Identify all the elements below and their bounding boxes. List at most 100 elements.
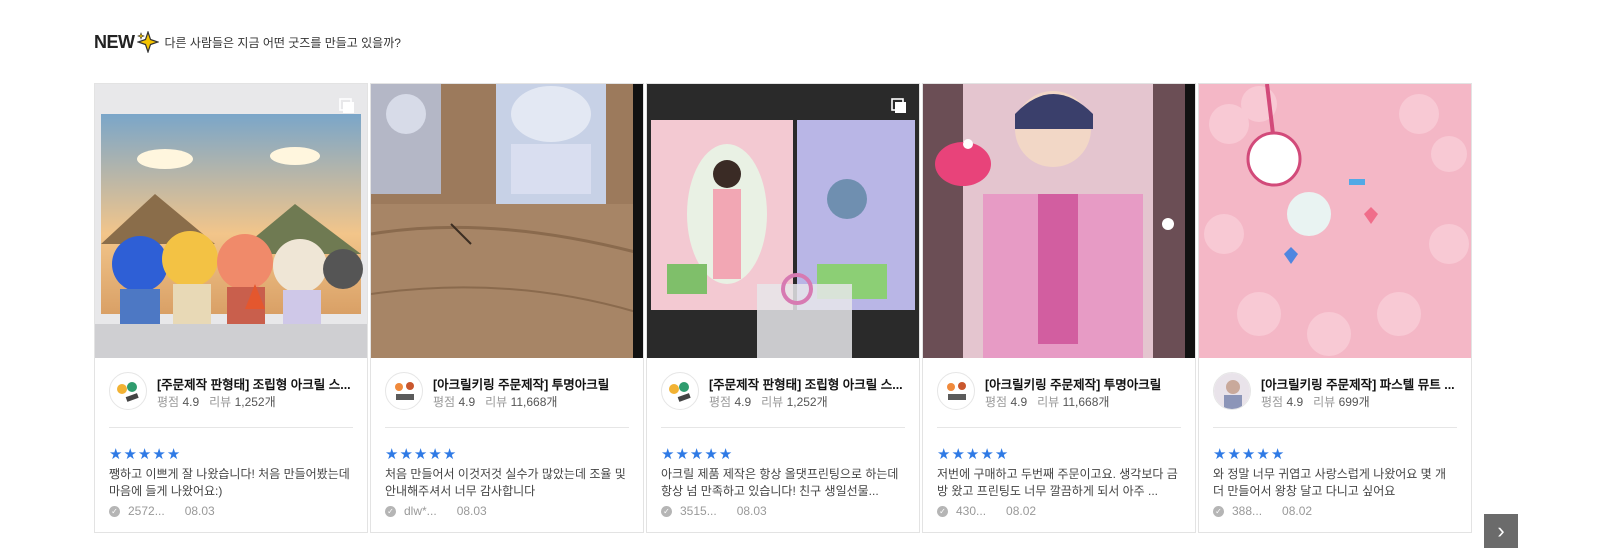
star-icon: ★ xyxy=(1227,446,1241,463)
product-photo[interactable] xyxy=(647,84,919,358)
review-count: 1,252개 xyxy=(234,395,276,409)
review-count: 11,668개 xyxy=(1062,395,1110,409)
rating-label: 평점 xyxy=(709,395,732,409)
review-author: 3515... xyxy=(680,504,717,518)
review-count: 1,252개 xyxy=(786,395,828,409)
star-icon: ★ xyxy=(951,446,965,463)
product-info: [아크릴키링 주문제작] 파스텔 뮤트 ... 평점 4.9 리뷰 699개 xyxy=(1213,372,1457,412)
section-header: NEW 다른 사람들은 지금 어떤 굿즈를 만들고 있을까? xyxy=(94,30,401,54)
rating-label: 평점 xyxy=(433,395,456,409)
product-title[interactable]: [주문제작 판형태] 조립형 아크릴 스... xyxy=(157,374,353,393)
check-icon: ✓ xyxy=(109,505,120,517)
review-text: 쨍하고 이쁘게 잘 나왔습니다! 처음 만들어봤는데 마음에 들게 나왔어요:) xyxy=(109,467,350,498)
review-footer: ✓ 3515... 08.03 xyxy=(661,504,767,518)
star-icon: ★ xyxy=(413,446,428,463)
rating-value: 4.9 xyxy=(458,395,476,409)
product-info: [아크릴키링 주문제작] 투명아크릴 평점 4.9 리뷰 11,668개 xyxy=(385,372,629,412)
star-icon: ★ xyxy=(718,446,733,463)
review-count: 11,668개 xyxy=(510,395,558,409)
review-count-label: 리뷰 xyxy=(209,395,232,409)
review-count-label: 리뷰 xyxy=(485,395,508,409)
section-subtitle: 다른 사람들은 지금 어떤 굿즈를 만들고 있을까? xyxy=(164,35,401,50)
star-icon: ★ xyxy=(399,446,413,463)
product-title[interactable]: [아크릴키링 주문제작] 투명아크릴 xyxy=(985,374,1181,393)
seller-avatar xyxy=(385,372,423,410)
product-photo[interactable] xyxy=(923,84,1195,358)
product-info: [주문제작 판형태] 조립형 아크릴 스... 평점 4.9 리뷰 1,252개 xyxy=(661,372,905,412)
divider xyxy=(1213,427,1457,428)
review-date: 08.03 xyxy=(736,504,767,518)
rating-label: 평점 xyxy=(985,395,1008,409)
product-photo[interactable] xyxy=(371,84,643,358)
review-date: 08.03 xyxy=(184,504,215,518)
divider xyxy=(661,427,905,428)
product-title[interactable]: [아크릴키링 주문제작] 투명아크릴 xyxy=(433,374,629,393)
star-rating: ★ ★ ★ ★ ★ xyxy=(937,446,1009,463)
product-photo[interactable] xyxy=(95,84,367,358)
check-icon: ✓ xyxy=(661,505,672,517)
review-card[interactable]: [아크릴키링 주문제작] 투명아크릴 평점 4.9 리뷰 11,668개 ★ ★ ★… xyxy=(922,83,1196,533)
product-info: [주문제작 판형태] 조립형 아크릴 스... 평점 4.9 리뷰 1,252개 xyxy=(109,372,353,412)
review-count: 699개 xyxy=(1338,395,1370,409)
review-count-label: 리뷰 xyxy=(1037,395,1060,409)
star-rating: ★ ★ ★ ★ ★ xyxy=(385,446,456,463)
review-card[interactable]: [주문제작 판형태] 조립형 아크릴 스... 평점 4.9 리뷰 1,252개… xyxy=(646,83,920,533)
multiple-images-icon xyxy=(891,98,907,114)
product-stats: 평점 4.9 리뷰 1,252개 xyxy=(157,393,276,410)
rating-value: 4.9 xyxy=(734,395,752,409)
carousel-next-button[interactable]: › xyxy=(1484,514,1518,548)
rating-label: 평점 xyxy=(157,395,180,409)
seller-avatar xyxy=(109,372,147,410)
star-icon: ★ xyxy=(166,446,181,463)
review-count-label: 리뷰 xyxy=(1313,395,1336,409)
rating-label: 평점 xyxy=(1261,395,1284,409)
star-icon: ★ xyxy=(1256,446,1270,463)
product-photo[interactable] xyxy=(1199,84,1471,358)
rating-value: 4.9 xyxy=(1010,395,1028,409)
star-icon: ★ xyxy=(385,446,399,463)
star-icon: ★ xyxy=(661,446,675,463)
review-card[interactable]: [아크릴키링 주문제작] 파스텔 뮤트 ... 평점 4.9 리뷰 699개 ★… xyxy=(1198,83,1472,533)
star-icon: ★ xyxy=(109,446,123,463)
seller-avatar xyxy=(661,372,699,410)
product-stats: 평점 4.9 리뷰 11,668개 xyxy=(433,393,557,410)
divider xyxy=(109,427,353,428)
star-icon: ★ xyxy=(1241,446,1256,463)
review-footer: ✓ 430... 08.02 xyxy=(937,504,1036,518)
divider xyxy=(385,427,629,428)
star-icon: ★ xyxy=(937,446,951,463)
product-title[interactable]: [주문제작 판형태] 조립형 아크릴 스... xyxy=(709,374,905,393)
star-icon: ★ xyxy=(980,446,994,463)
review-text: 와 정말 너무 귀엽고 사랑스럽게 나왔어요 몇 개 더 만들어서 왕창 달고 … xyxy=(1213,467,1447,498)
star-icon: ★ xyxy=(152,446,166,463)
star-icon: ★ xyxy=(1213,446,1227,463)
check-icon: ✓ xyxy=(385,505,396,517)
product-stats: 평점 4.9 리뷰 1,252개 xyxy=(709,393,828,410)
review-text: 처음 만들어서 이것저것 실수가 많았는데 조율 및 안내해주셔서 너무 감사합… xyxy=(385,467,626,498)
star-icon: ★ xyxy=(137,446,152,463)
star-rating: ★ ★ ★ ★ ★ xyxy=(109,446,181,463)
rating-value: 4.9 xyxy=(182,395,200,409)
review-author: 388... xyxy=(1232,504,1263,518)
review-text: 아크릴 제품 제작은 항상 올댓프린팅으로 하는데 항상 넘 만족하고 있습니다… xyxy=(661,467,899,498)
review-author: 430... xyxy=(956,504,987,518)
review-author: 2572... xyxy=(128,504,165,518)
check-icon: ✓ xyxy=(1213,505,1224,517)
review-card[interactable]: [아크릴키링 주문제작] 투명아크릴 평점 4.9 리뷰 11,668개 ★ ★ ★… xyxy=(370,83,644,533)
review-footer: ✓ 2572... 08.03 xyxy=(109,504,215,518)
star-rating: ★ ★ ★ ★ ★ xyxy=(1213,446,1285,463)
sparkle-icon xyxy=(135,30,160,54)
new-badge: NEW xyxy=(94,31,135,52)
product-info: [아크릴키링 주문제작] 투명아크릴 평점 4.9 리뷰 11,668개 xyxy=(937,372,1181,412)
product-stats: 평점 4.9 리뷰 11,668개 xyxy=(985,393,1109,410)
product-title[interactable]: [아크릴키링 주문제작] 파스텔 뮤트 ... xyxy=(1261,374,1457,393)
seller-avatar xyxy=(1213,372,1251,410)
review-card[interactable]: [주문제작 판형태] 조립형 아크릴 스... 평점 4.9 리뷰 1,252개… xyxy=(94,83,368,533)
star-icon: ★ xyxy=(689,446,704,463)
star-icon: ★ xyxy=(1270,446,1285,463)
product-stats: 평점 4.9 리뷰 699개 xyxy=(1261,393,1370,410)
review-carousel: [주문제작 판형태] 조립형 아크릴 스... 평점 4.9 리뷰 1,252개… xyxy=(94,83,1514,533)
rating-value: 4.9 xyxy=(1286,395,1304,409)
divider xyxy=(937,427,1181,428)
star-icon: ★ xyxy=(994,446,1009,463)
